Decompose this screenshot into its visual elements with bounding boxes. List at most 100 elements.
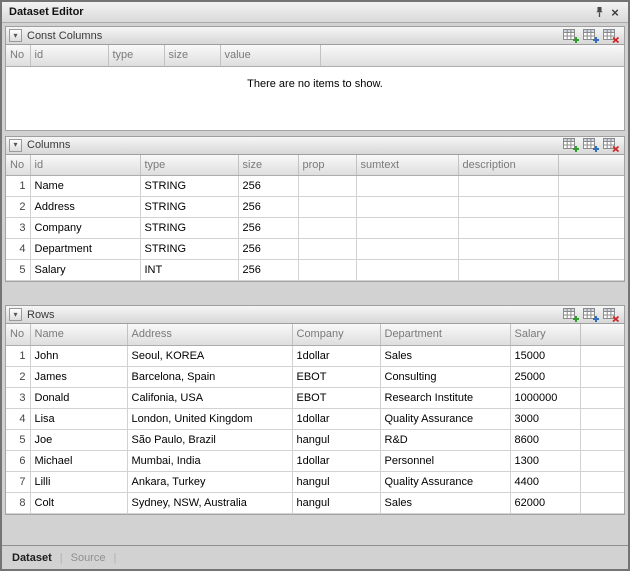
cell-sumtext[interactable] [356, 260, 458, 281]
cell-name[interactable]: Colt [30, 492, 127, 513]
cell-salary[interactable]: 25000 [510, 366, 580, 387]
pin-icon[interactable] [591, 5, 607, 20]
cell-no: 3 [6, 218, 30, 239]
cell-company[interactable]: 1dollar [292, 408, 380, 429]
table-row: 5 Joe São Paulo, Brazil hangul R&D 8600 [6, 429, 624, 450]
cell-type[interactable]: INT [140, 260, 238, 281]
add-row-icon[interactable] [563, 29, 579, 43]
chevron-down-icon[interactable]: ▾ [9, 308, 22, 321]
cell-prop[interactable] [298, 176, 356, 197]
cell-sumtext[interactable] [356, 218, 458, 239]
cell-company[interactable]: 1dollar [292, 345, 380, 366]
cell-sumtext[interactable] [356, 239, 458, 260]
cell-name[interactable]: Joe [30, 429, 127, 450]
cell-address[interactable]: São Paulo, Brazil [127, 429, 292, 450]
delete-row-icon[interactable] [603, 138, 619, 152]
cell-address[interactable]: Barcelona, Spain [127, 366, 292, 387]
cell-company[interactable]: 1dollar [292, 450, 380, 471]
cell-company[interactable]: hangul [292, 429, 380, 450]
cell-type[interactable]: STRING [140, 197, 238, 218]
cell-department[interactable]: Personnel [380, 450, 510, 471]
cell-sumtext[interactable] [356, 197, 458, 218]
cell-size[interactable]: 256 [238, 260, 298, 281]
cell-id[interactable]: Name [30, 176, 140, 197]
cell-salary[interactable]: 3000 [510, 408, 580, 429]
cell-filler [580, 366, 624, 387]
column-header: id [30, 155, 140, 176]
cell-name[interactable]: Lisa [30, 408, 127, 429]
column-header: id [30, 45, 108, 66]
cell-department[interactable]: Quality Assurance [380, 408, 510, 429]
add-row-icon[interactable] [563, 138, 579, 152]
cell-size[interactable]: 256 [238, 218, 298, 239]
cell-name[interactable]: Michael [30, 450, 127, 471]
cell-description[interactable] [458, 197, 558, 218]
cell-company[interactable]: EBOT [292, 387, 380, 408]
delete-row-icon[interactable] [603, 308, 619, 322]
cell-salary[interactable]: 4400 [510, 471, 580, 492]
cell-name[interactable]: Donald [30, 387, 127, 408]
cell-name[interactable]: John [30, 345, 127, 366]
cell-salary[interactable]: 62000 [510, 492, 580, 513]
cell-address[interactable]: Ankara, Turkey [127, 471, 292, 492]
tab-source[interactable]: Source [69, 552, 108, 564]
cell-id[interactable]: Address [30, 197, 140, 218]
cell-description[interactable] [458, 218, 558, 239]
cell-prop[interactable] [298, 218, 356, 239]
cell-filler [558, 197, 624, 218]
close-icon[interactable]: × [607, 5, 623, 20]
cell-salary[interactable]: 15000 [510, 345, 580, 366]
cell-department[interactable]: Quality Assurance [380, 471, 510, 492]
cell-no: 5 [6, 260, 30, 281]
rows-toolbar [563, 308, 621, 322]
cell-prop[interactable] [298, 260, 356, 281]
cell-no: 1 [6, 345, 30, 366]
column-header: value [220, 45, 320, 66]
cell-type[interactable]: STRING [140, 176, 238, 197]
chevron-down-icon[interactable]: ▾ [9, 29, 22, 42]
cell-description[interactable] [458, 176, 558, 197]
insert-row-icon[interactable] [583, 29, 599, 43]
cell-prop[interactable] [298, 197, 356, 218]
cell-department[interactable]: Sales [380, 345, 510, 366]
chevron-down-icon[interactable]: ▾ [9, 139, 22, 152]
cell-department[interactable]: Consulting [380, 366, 510, 387]
cell-description[interactable] [458, 260, 558, 281]
cell-size[interactable]: 256 [238, 176, 298, 197]
cell-sumtext[interactable] [356, 176, 458, 197]
cell-department[interactable]: R&D [380, 429, 510, 450]
cell-size[interactable]: 256 [238, 197, 298, 218]
cell-department[interactable]: Sales [380, 492, 510, 513]
cell-address[interactable]: Mumbai, India [127, 450, 292, 471]
table-row: 8 Colt Sydney, NSW, Australia hangul Sal… [6, 492, 624, 513]
cell-salary[interactable]: 1000000 [510, 387, 580, 408]
table-row: 7 Lilli Ankara, Turkey hangul Quality As… [6, 471, 624, 492]
cell-name[interactable]: Lilli [30, 471, 127, 492]
cell-id[interactable]: Salary [30, 260, 140, 281]
cell-type[interactable]: STRING [140, 239, 238, 260]
cell-size[interactable]: 256 [238, 239, 298, 260]
delete-row-icon[interactable] [603, 29, 619, 43]
cell-description[interactable] [458, 239, 558, 260]
cell-company[interactable]: EBOT [292, 366, 380, 387]
insert-row-icon[interactable] [583, 308, 599, 322]
cell-salary[interactable]: 8600 [510, 429, 580, 450]
cell-address[interactable]: London, United Kingdom [127, 408, 292, 429]
insert-row-icon-svg [583, 138, 599, 152]
cell-id[interactable]: Company [30, 218, 140, 239]
cell-department[interactable]: Research Institute [380, 387, 510, 408]
cell-address[interactable]: Califonia, USA [127, 387, 292, 408]
cell-company[interactable]: hangul [292, 492, 380, 513]
cell-name[interactable]: James [30, 366, 127, 387]
const-columns-table: No id type size value [6, 45, 624, 67]
cell-type[interactable]: STRING [140, 218, 238, 239]
tab-dataset[interactable]: Dataset [10, 552, 54, 564]
cell-id[interactable]: Department [30, 239, 140, 260]
add-row-icon[interactable] [563, 308, 579, 322]
cell-company[interactable]: hangul [292, 471, 380, 492]
insert-row-icon[interactable] [583, 138, 599, 152]
cell-address[interactable]: Sydney, NSW, Australia [127, 492, 292, 513]
cell-prop[interactable] [298, 239, 356, 260]
cell-salary[interactable]: 1300 [510, 450, 580, 471]
cell-address[interactable]: Seoul, KOREA [127, 345, 292, 366]
